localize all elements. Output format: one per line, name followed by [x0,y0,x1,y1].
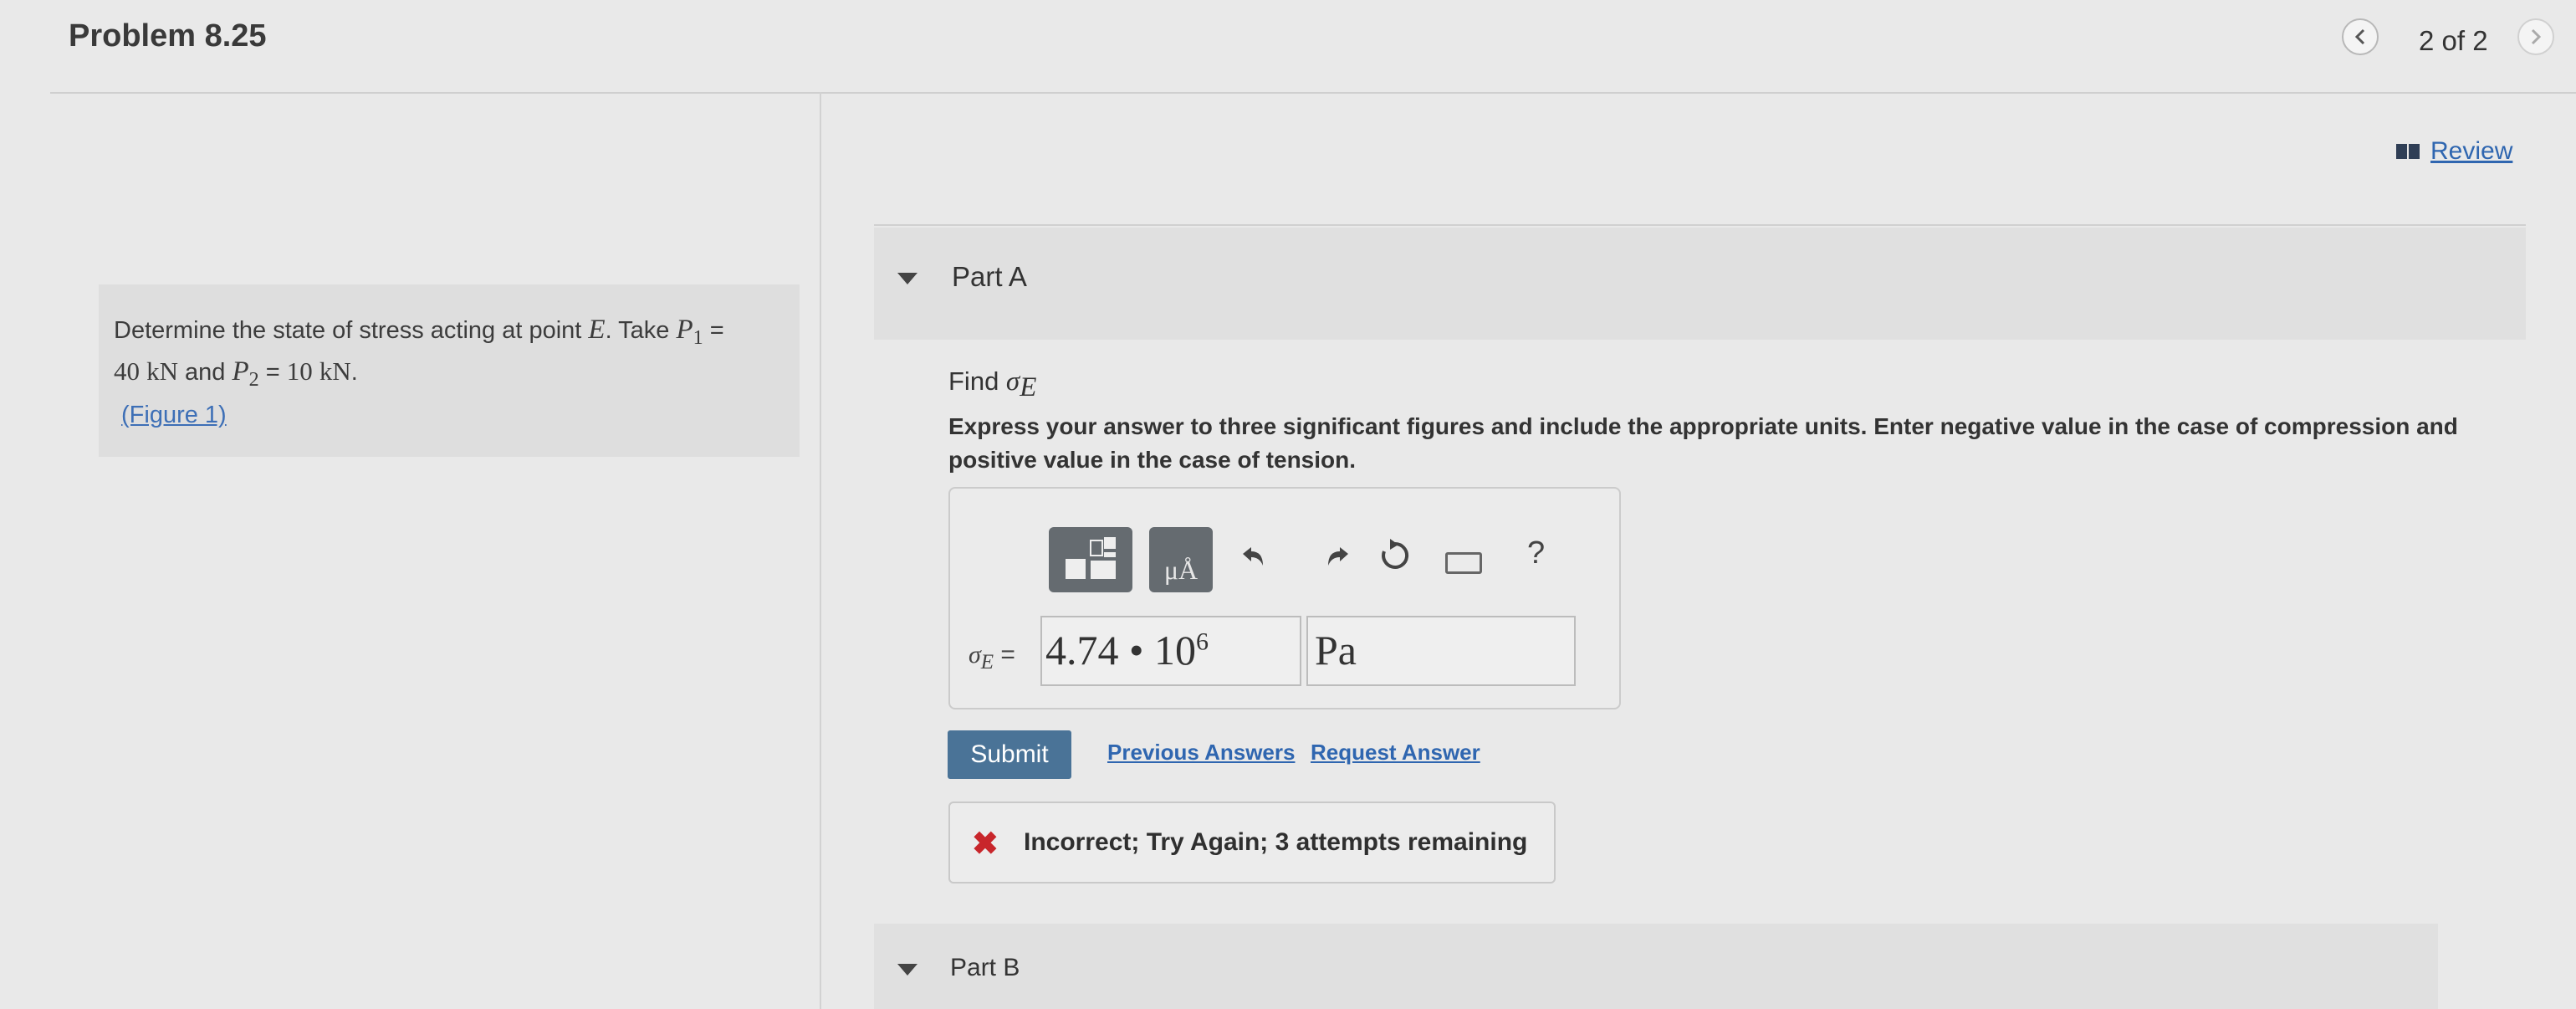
redo-icon[interactable] [1321,540,1355,582]
figure-link[interactable]: (Figure 1) [121,402,227,429]
collapse-triangle-icon[interactable] [897,273,917,284]
chevron-left-icon [2354,28,2365,45]
keyboard-icon[interactable] [1445,552,1482,574]
problem-title: Problem 8.25 [69,18,267,54]
help-button[interactable]: ? [1527,535,1545,571]
x-icon: ✖ [972,827,999,862]
chevron-right-icon [2531,28,2542,45]
find-prompt: Find σE [948,366,1037,403]
answer-unit-input[interactable]: Pa [1306,616,1576,686]
previous-problem-button[interactable] [2342,18,2379,55]
part-b-header[interactable] [874,924,2438,1009]
point-label: E [588,315,606,345]
header-divider [50,92,2576,94]
units-button[interactable]: μÅ [1149,527,1213,592]
part-b-title: Part B [950,954,1020,981]
review-link[interactable]: Review [2395,137,2512,166]
problem-statement: Determine the state of stress acting at … [114,315,724,391]
part-a-header[interactable] [874,228,2526,340]
feedback-message: Incorrect; Try Again; 3 attempts remaini… [1024,828,1528,856]
submit-button[interactable]: Submit [948,730,1071,779]
book-icon [2396,144,2420,159]
answer-instructions: Express your answer to three significant… [948,413,2458,473]
answer-label: σE = [969,641,1015,674]
collapse-triangle-icon[interactable] [897,964,917,976]
part-a-divider [874,224,2526,226]
templates-icon [1066,537,1116,579]
undo-icon[interactable] [1236,540,1270,582]
request-answer-link[interactable]: Request Answer [1311,740,1480,766]
previous-answers-link[interactable]: Previous Answers [1107,740,1295,766]
next-problem-button[interactable] [2517,18,2554,55]
part-a-title: Part A [952,261,1027,292]
answer-value-input[interactable]: 4.74 • 106 [1040,616,1301,686]
column-divider [820,92,821,1009]
pagination-text: 2 of 2 [2419,25,2488,56]
reset-icon[interactable] [1377,537,1413,583]
templates-button[interactable] [1049,527,1132,592]
